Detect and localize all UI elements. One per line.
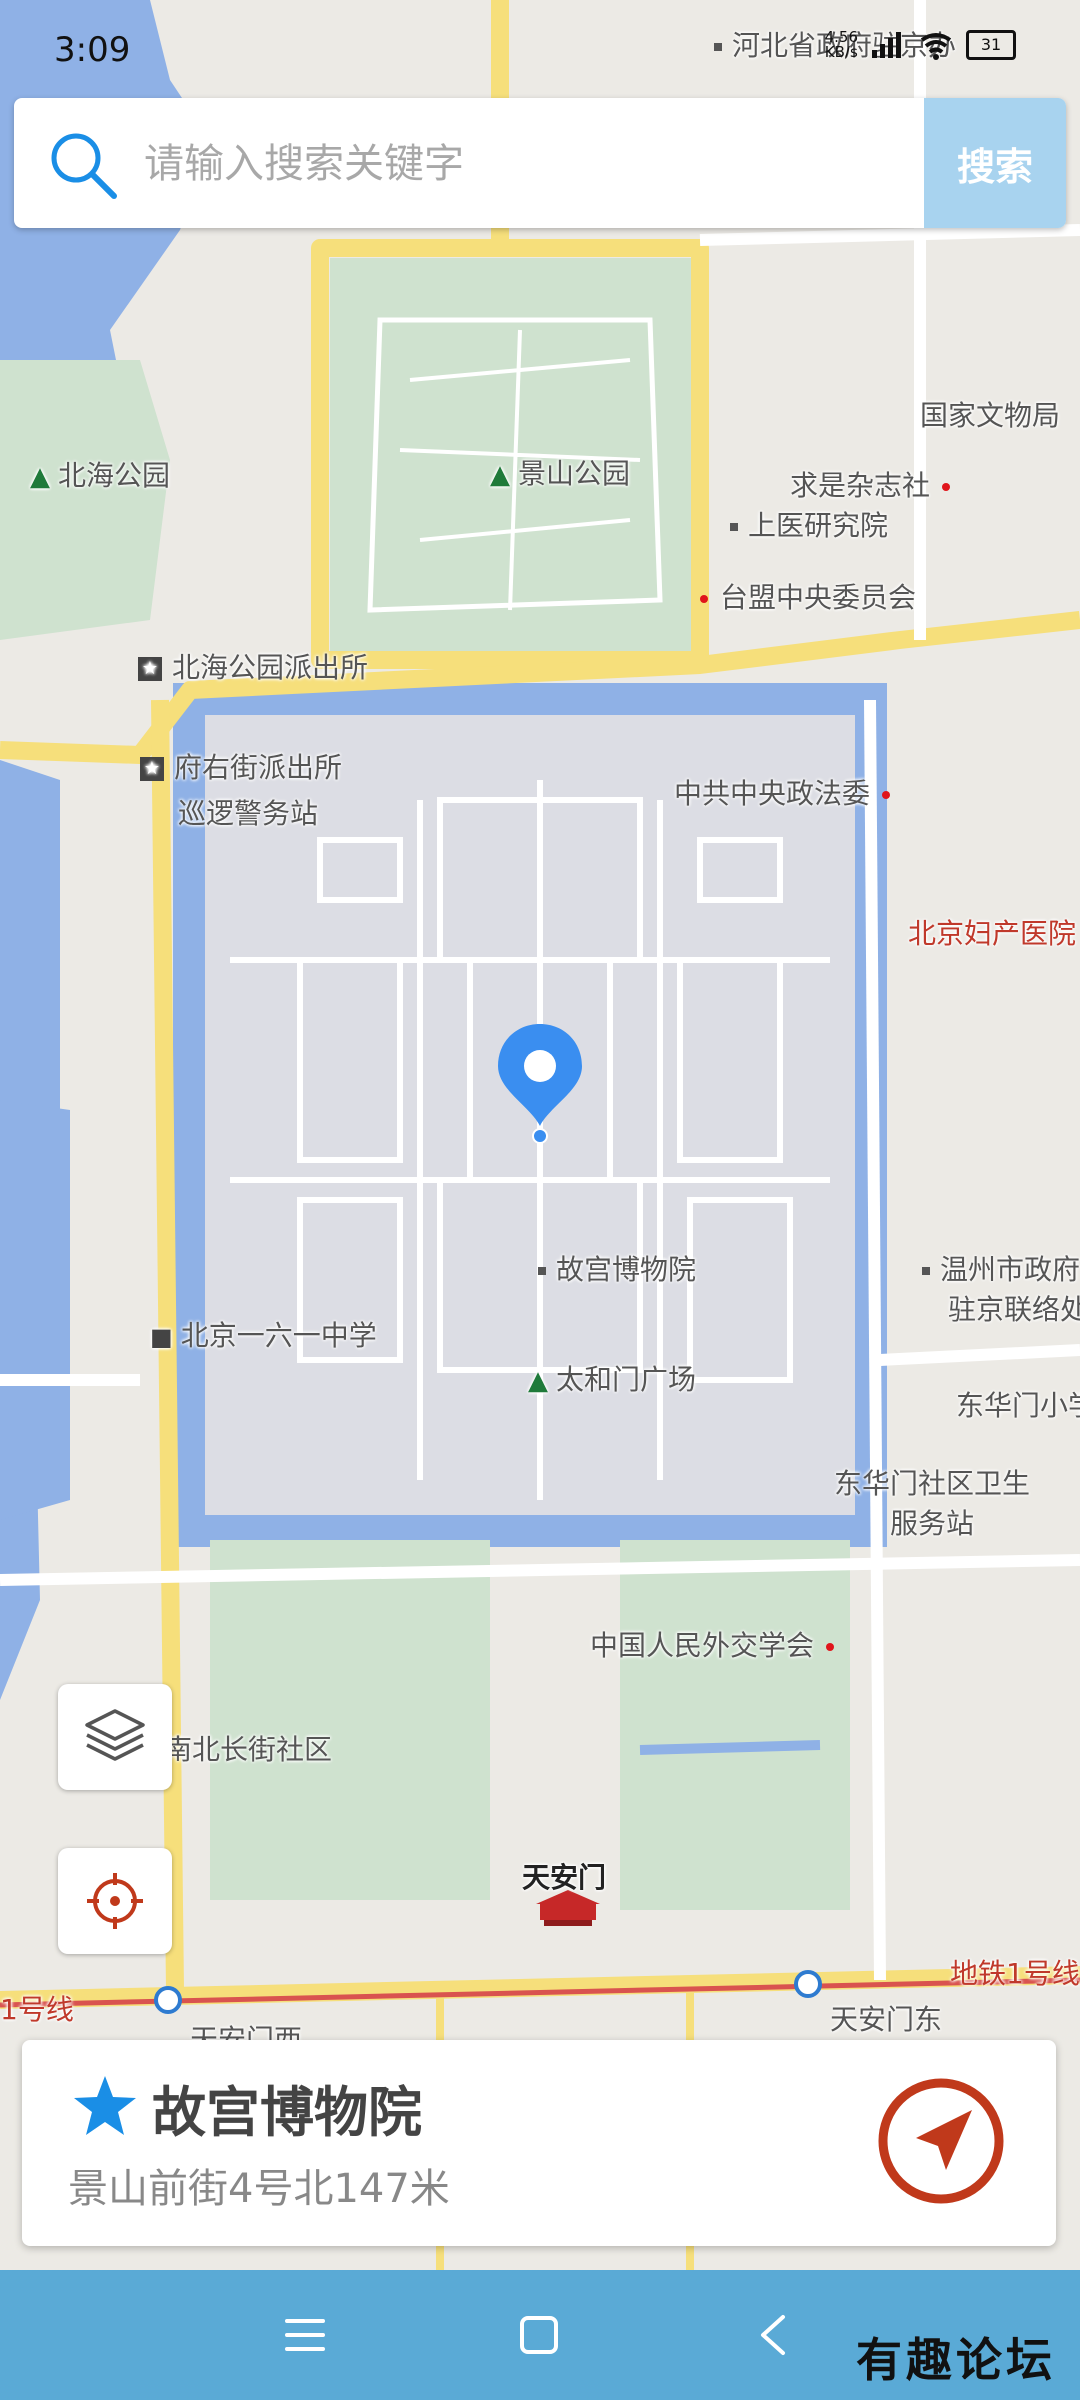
status-icons: 4.56 KB/s 31 bbox=[825, 30, 1016, 60]
layers-button[interactable] bbox=[58, 1684, 172, 1790]
map-label-maternity-hospital[interactable]: 北京妇产医院 bbox=[908, 912, 1076, 952]
map-label-beihai-police[interactable]: ★ 北海公园派出所 bbox=[138, 646, 368, 686]
map-label-fuyoujie-police[interactable]: ★ 府右街派出所 bbox=[140, 746, 342, 786]
locate-button[interactable] bbox=[58, 1848, 172, 1954]
map-label-161-school[interactable]: ■ 北京一六一中学 bbox=[150, 1314, 377, 1354]
home-square-icon bbox=[520, 2316, 558, 2354]
battery-icon: 31 bbox=[966, 30, 1016, 60]
nav-menu-button[interactable] bbox=[270, 2300, 340, 2370]
nav-home-button[interactable] bbox=[504, 2300, 574, 2370]
layers-icon bbox=[85, 1709, 145, 1761]
watermark: 有趣论坛 bbox=[856, 2333, 1056, 2387]
place-name: 故宫博物院 bbox=[152, 2081, 422, 2144]
map-label-wenzhou-office[interactable]: 温州市政府 驻京联络处 bbox=[922, 1248, 1080, 1328]
status-time: 3:09 bbox=[54, 30, 131, 70]
menu-icon bbox=[285, 2319, 325, 2351]
star-icon[interactable] bbox=[72, 2074, 138, 2138]
status-bar: 3:09 4.56 KB/s 31 bbox=[0, 0, 1080, 96]
signal-icon bbox=[872, 32, 901, 58]
map-label-shangyi[interactable]: 上医研究院 bbox=[730, 504, 888, 544]
wifi-icon bbox=[920, 33, 952, 60]
map-label-subway-line1[interactable]: 地铁1号线 bbox=[950, 1952, 1080, 1992]
search-bar: 搜索 bbox=[14, 98, 1066, 228]
map-label-cultural-heritage[interactable]: 国家文物局 bbox=[920, 394, 1060, 434]
map-label-tiananmen[interactable]: 天安门 bbox=[522, 1856, 606, 1896]
search-input[interactable] bbox=[142, 98, 926, 228]
map-label-donghuamen-health[interactable]: 东华门社区卫生 服务站 bbox=[834, 1462, 1030, 1542]
map-label-taihemen[interactable]: ▲ 太和门广场 bbox=[528, 1358, 696, 1398]
search-button[interactable]: 搜索 bbox=[924, 98, 1066, 228]
map-label-donghuamen-school[interactable]: 东华门小学 bbox=[956, 1384, 1080, 1424]
map-label-palace-museum[interactable]: 故宫博物院 bbox=[538, 1248, 696, 1288]
place-address: 景山前街4号北147米 bbox=[68, 2166, 450, 2212]
map-label-patrol-police[interactable]: 巡逻警务站 bbox=[178, 792, 318, 832]
map-label-taimeng[interactable]: 台盟中央委员会 bbox=[700, 576, 916, 616]
back-chevron-icon bbox=[761, 2315, 785, 2355]
network-speed: 4.56 KB/s bbox=[824, 28, 858, 61]
map-label-beihai-park[interactable]: ▲ 北海公园 bbox=[30, 454, 170, 494]
navigation-arrow-icon[interactable] bbox=[876, 2076, 1006, 2206]
nav-back-button[interactable] bbox=[738, 2300, 808, 2370]
place-info-card[interactable]: 故宫博物院 景山前街4号北147米 bbox=[22, 2040, 1056, 2246]
crosshair-icon bbox=[87, 1873, 143, 1929]
search-icon bbox=[51, 133, 117, 199]
map-label-qiushi[interactable]: 求是杂志社 bbox=[790, 464, 951, 504]
map-pin-icon[interactable] bbox=[494, 1020, 586, 1144]
map-label-jingshan-park[interactable]: ▲ 景山公园 bbox=[490, 452, 630, 492]
map-label-tiananmen-east[interactable]: 天安门东 bbox=[830, 1998, 942, 2038]
map-label-subway-line1-left[interactable]: 1号线 bbox=[0, 1988, 74, 2028]
map-label-political-legal[interactable]: 中共中央政法委 bbox=[674, 772, 891, 812]
map-label-foreign-affairs[interactable]: 中国人民外交学会 bbox=[590, 1624, 835, 1664]
map-label-nanchang-community[interactable]: 南北长街社区 bbox=[164, 1728, 332, 1768]
